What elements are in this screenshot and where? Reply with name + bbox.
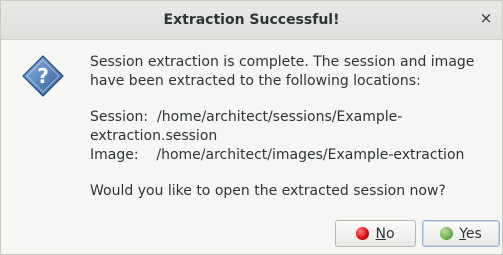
message-text: Session extraction is complete. The sess… [90, 54, 475, 89]
title-bar[interactable]: Extraction Successful! × [1, 1, 502, 40]
yes-button-label: Yes [459, 225, 482, 242]
image-path: /home/architect/images/Example-extractio… [156, 147, 465, 163]
session-label: Session: [90, 109, 149, 125]
no-button[interactable]: No [335, 220, 416, 247]
question-text: Would you like to open the extracted ses… [90, 183, 446, 199]
no-status-icon [356, 227, 370, 240]
close-icon[interactable]: × [478, 10, 494, 26]
image-label: Image: [90, 147, 139, 163]
dialog-message-area: Session extraction is complete. The sess… [90, 53, 495, 201]
question-icon: ? [22, 55, 64, 97]
dialog-title: Extraction Successful! [163, 12, 340, 28]
no-button-label: No [375, 225, 395, 242]
session-path-line: Session: /home/architect/sessions/Exampl… [90, 108, 495, 146]
yes-status-icon [440, 227, 454, 240]
yes-button[interactable]: Yes [422, 220, 500, 247]
image-path-line: Image: /home/architect/images/Example-ex… [90, 146, 495, 165]
dialog-body: ? Session extraction is complete. The se… [1, 40, 502, 254]
svg-text:?: ? [37, 64, 49, 88]
extraction-dialog: Extraction Successful! × ? Session extra… [0, 0, 503, 255]
